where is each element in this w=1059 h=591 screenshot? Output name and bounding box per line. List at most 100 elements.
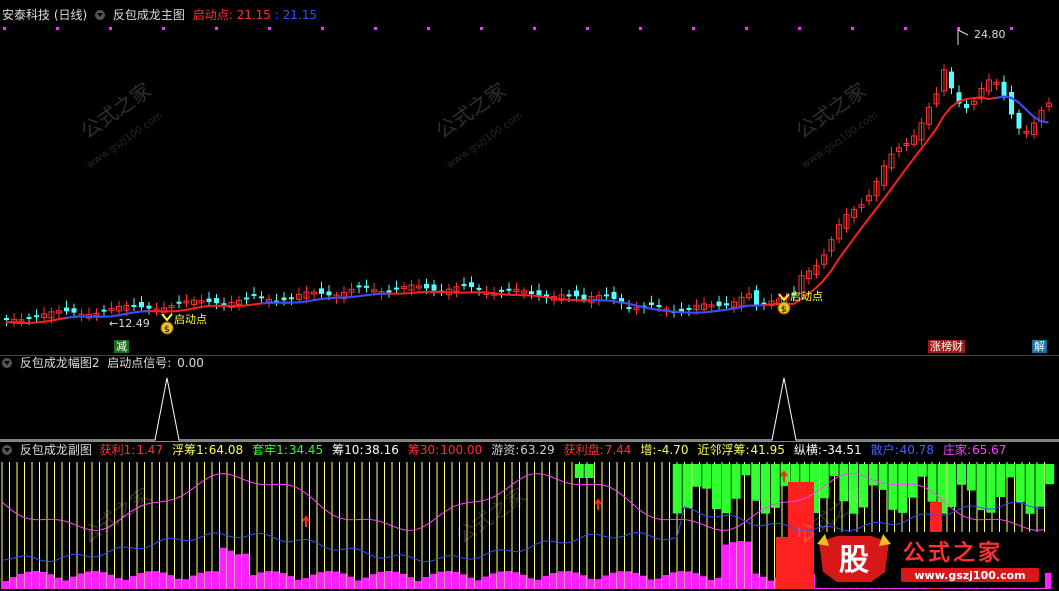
- main-chart-pane[interactable]: 安泰科技 (日线) 反包成龙主图 启动点: 21.15 : 21.15 $ $ 2…: [0, 0, 1059, 355]
- candle-body: [386, 290, 392, 293]
- lock-bar: [702, 464, 712, 489]
- profit-bar: [654, 578, 662, 589]
- candle-body: [206, 298, 212, 302]
- candle-body: [101, 309, 107, 312]
- candle-body: [244, 297, 249, 300]
- candle-body: [964, 103, 969, 109]
- top-marker: [3, 27, 6, 30]
- lock-bar: [966, 464, 976, 491]
- candle-body: [4, 318, 9, 320]
- profit-bar: [512, 572, 519, 589]
- logo-url: www.gszj100.com: [914, 569, 1025, 582]
- signal-line-chart: [0, 377, 1059, 441]
- up-arrow-icon: [302, 515, 310, 527]
- profit-bar: [99, 572, 107, 589]
- profit-bar: [324, 571, 332, 589]
- profit-bar: [249, 575, 257, 589]
- profit-bar: [422, 577, 429, 589]
- high-label: 24.80: [974, 28, 1006, 41]
- candle-body: [949, 71, 954, 89]
- top-marker: [268, 27, 271, 30]
- candle-body: [26, 317, 32, 320]
- profit-bar: [497, 571, 504, 589]
- lock-bar: [878, 464, 888, 490]
- top-marker: [851, 27, 854, 30]
- profit-bar: [384, 571, 392, 589]
- candle-body: [364, 285, 369, 288]
- lock-bar: [770, 464, 780, 508]
- profit-bar: [369, 574, 377, 589]
- profit-bar: [107, 574, 114, 589]
- candle-body: [716, 301, 722, 307]
- tag-unlock[interactable]: 解: [1032, 340, 1047, 353]
- profit-bar: [189, 575, 197, 589]
- lock-bar: [721, 464, 731, 514]
- candle-body: [281, 297, 287, 301]
- tag-rank[interactable]: 涨榜财: [928, 340, 965, 353]
- candle-body: [64, 307, 69, 312]
- profit-bar: [407, 577, 414, 589]
- profit-bar: [617, 571, 624, 589]
- profit-bar: [212, 571, 219, 589]
- candle-body: [1009, 92, 1014, 115]
- profit-bar: [767, 580, 774, 589]
- profit-bar: [677, 571, 684, 589]
- candlestick-chart[interactable]: $$: [0, 0, 1059, 355]
- profit-bar: [444, 571, 452, 589]
- profit-bar: [347, 576, 354, 589]
- profit-bar: [729, 542, 737, 589]
- lock-bar: [574, 464, 584, 478]
- top-marker: [957, 27, 960, 30]
- candle-body: [146, 305, 152, 309]
- profit-bar: [452, 571, 459, 589]
- profit-bar: [309, 574, 317, 589]
- lock-bar: [976, 464, 986, 511]
- profit-bar: [2, 581, 9, 589]
- signal-pane[interactable]: 反包成龙幅图2 启动点信号: 0.00: [0, 355, 1059, 442]
- candle-body: [724, 303, 729, 306]
- candle-body: [626, 307, 632, 310]
- profit-bar: [684, 571, 692, 589]
- lock-bar: [682, 464, 692, 509]
- profit-bar: [482, 576, 489, 589]
- profit-bar: [54, 577, 62, 589]
- candle-body: [214, 298, 219, 304]
- lock-bar: [996, 464, 1006, 498]
- profit-bar: [339, 573, 347, 589]
- profit-bar: [69, 576, 77, 589]
- candle-body: [529, 291, 534, 295]
- signal-text-right: 启动点: [790, 290, 823, 303]
- candle-body: [469, 282, 474, 288]
- profit-bar: [564, 571, 572, 589]
- top-marker: [480, 27, 483, 30]
- lock-bar: [829, 464, 839, 477]
- top-marker: [692, 27, 695, 30]
- lock-bar: [927, 464, 937, 502]
- profit-bar: [152, 571, 159, 589]
- up-arrow-icon: [594, 498, 602, 510]
- candle-body: [499, 289, 504, 292]
- profit-bar: [744, 541, 752, 589]
- lock-bar: [868, 464, 878, 486]
- tag-reduce[interactable]: 减: [114, 340, 129, 353]
- profit-bar: [474, 580, 482, 589]
- candle-body: [394, 287, 399, 290]
- profit-bar: [174, 578, 182, 589]
- profit-bar: [504, 571, 512, 589]
- profit-bar: [534, 579, 542, 589]
- profit-bar: [122, 579, 129, 589]
- profit-bar: [24, 571, 32, 589]
- lock-bar: [741, 464, 751, 476]
- profit-bar: [302, 578, 309, 589]
- profit-bar: [287, 576, 294, 589]
- candle-body: [574, 290, 579, 297]
- profit-bar: [114, 578, 122, 589]
- top-marker: [639, 27, 642, 30]
- profit-bar: [632, 572, 639, 589]
- profit-bar: [602, 575, 609, 589]
- profit-bar: [9, 577, 17, 589]
- profit-bar: [377, 571, 384, 589]
- profit-bar: [92, 571, 99, 589]
- profit-bar: [197, 572, 204, 589]
- profit-bar: [257, 572, 264, 589]
